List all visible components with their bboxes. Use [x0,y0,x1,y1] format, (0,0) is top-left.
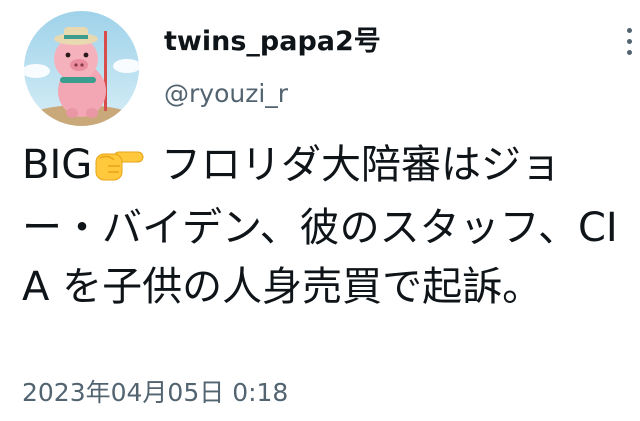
tweet-card: twins_papa2号 @ryouzi_r BIG フロリダ大陪審はジョー・バ… [0,0,640,421]
user-handle[interactable]: @ryouzi_r [164,79,288,109]
tweet-timestamp[interactable]: 2023年04月05日 0:18 [22,377,288,409]
pig-avatar-image [24,11,139,126]
more-options-icon[interactable] [618,28,640,62]
backhand-index-pointing-right-icon [94,140,144,199]
avatar[interactable] [24,11,139,126]
tweet-text: BIG フロリダ大陪審はジョー・バイデン、彼のスタッフ、CIA を子供の人身売買… [22,136,622,317]
display-name[interactable]: twins_papa2号 [164,26,381,58]
tweet-text-prefix: BIG [22,142,93,188]
